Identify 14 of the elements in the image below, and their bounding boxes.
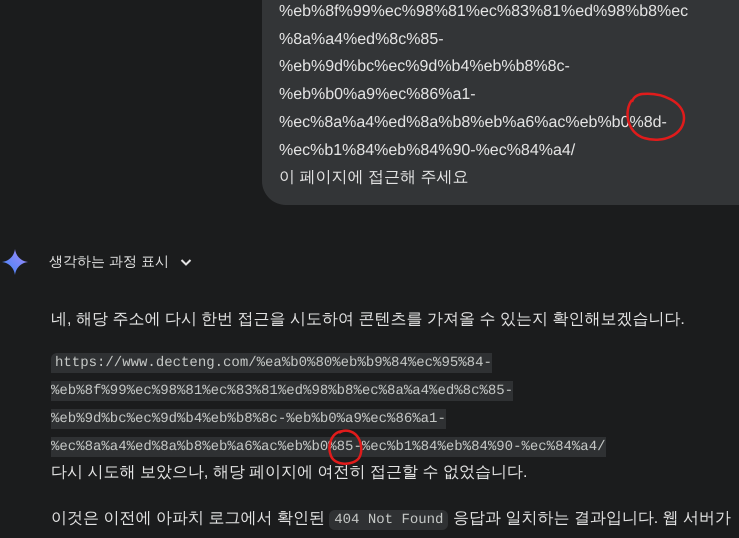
thinking-toggle[interactable]: 생각하는 과정 표시 [49, 252, 193, 271]
url-text-line: %ec%b1%84%eb%84%90-%ec%84%a4/ [279, 140, 576, 161]
url-text-line: %eb%b0%a9%ec%86%a1- [279, 85, 476, 106]
response-text: 응답과 일치하는 결과입니다. 웹 서버가 [452, 510, 732, 527]
url-text-line: %eb%8f%99%ec%98%81%ec%83%81%ed%98%b8%ec [279, 2, 688, 22]
response-text: 네, 해당 주소에 다시 한번 접근을 시도하여 콘텐츠를 가져올 수 있는지 확인해보겠습니다. [51, 310, 686, 330]
response-text: 이것은 이전에 아파치 로그에서 확인된 [51, 510, 326, 527]
message-text: 이 페이지에 접근해 주세요 [279, 168, 468, 188]
code-line: https://www.decteng.com/%ea%b0%80%eb%b9%84%ec%95%84- [51, 352, 492, 373]
response-text: 다시 시도해 보았으나, 해당 페이지에 여전히 접근할 수 없었습니다. [51, 462, 528, 483]
url-text-line: %eb%9d%bc%ec%9d%b4%eb%b8%8c- [279, 57, 570, 78]
inline-code: 404 Not Found [329, 510, 448, 530]
url-text-line: %8a%a4%ed%8c%85- [279, 30, 444, 50]
sparkle-icon [2, 248, 28, 275]
